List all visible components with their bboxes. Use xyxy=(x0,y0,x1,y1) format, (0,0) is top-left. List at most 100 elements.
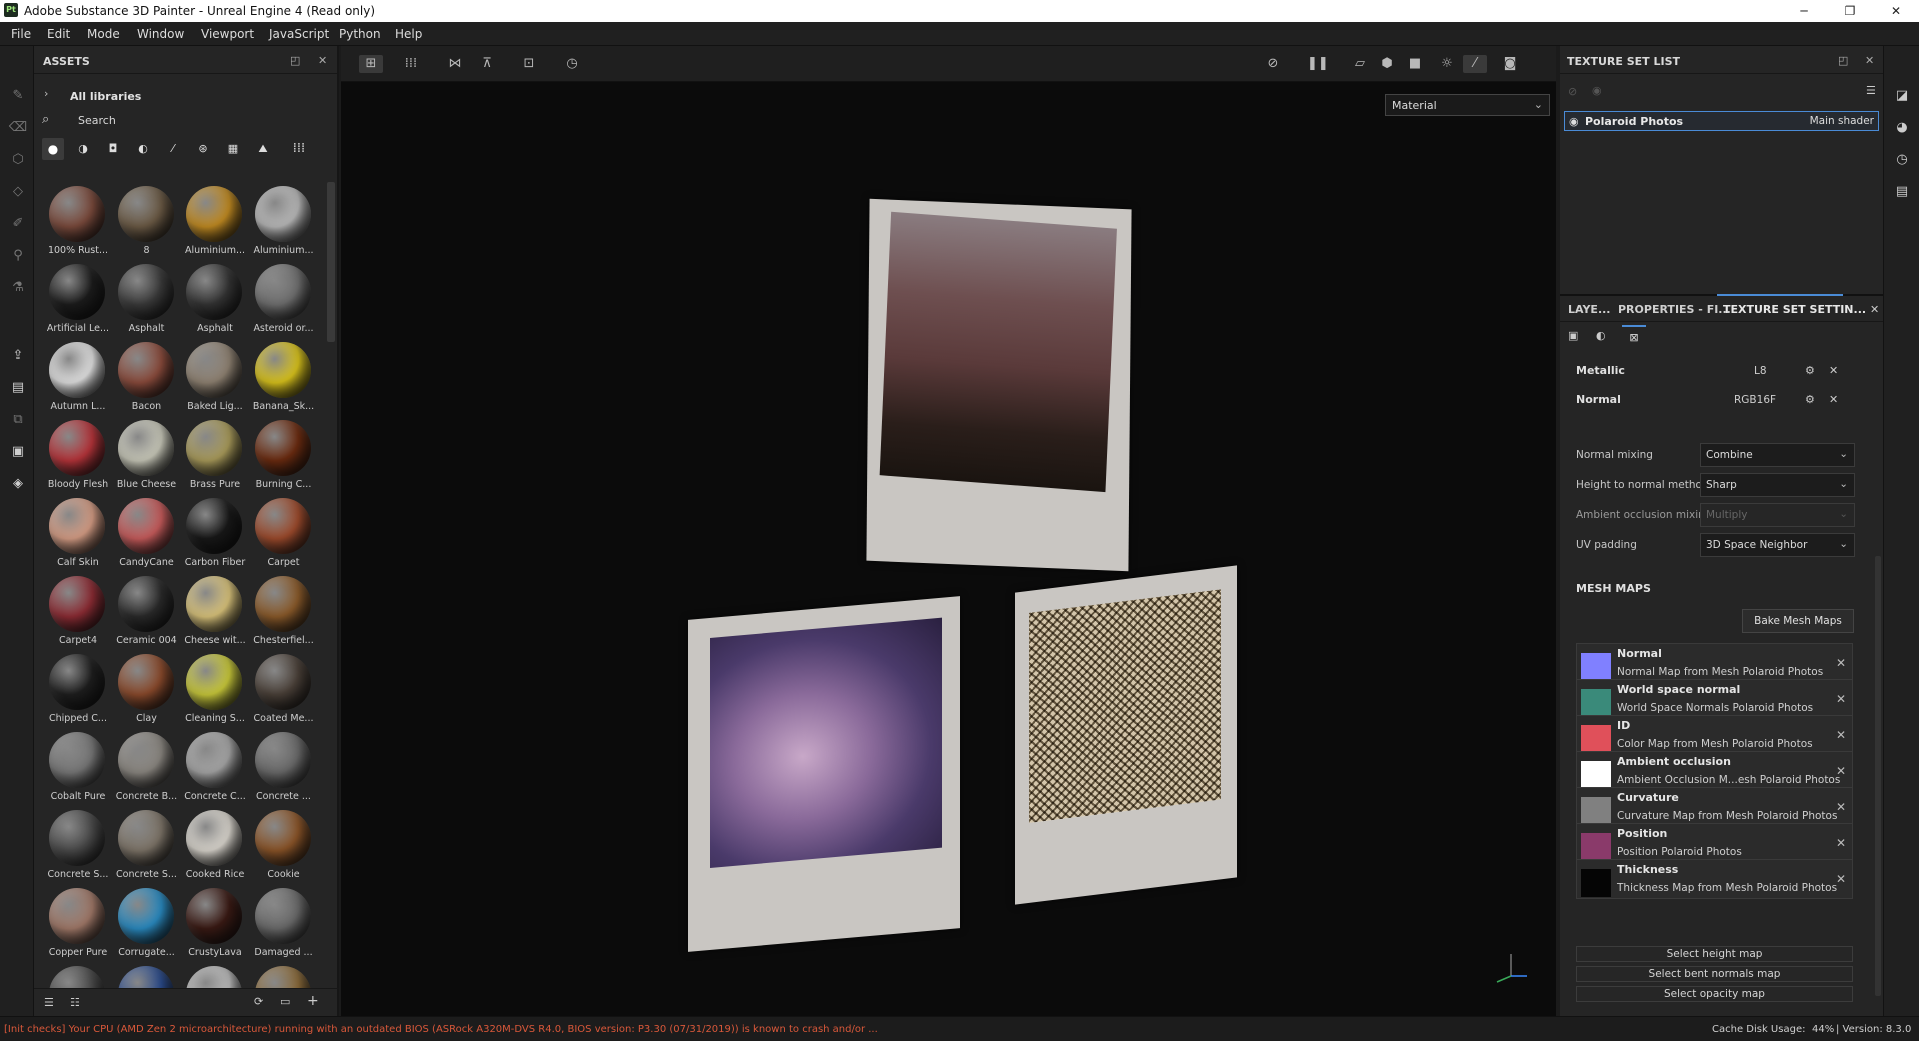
asset-tile[interactable]: Autumn L... xyxy=(42,339,108,417)
pause-icon[interactable]: ❚❚ xyxy=(1307,55,1329,73)
picker-icon[interactable]: ⚗ xyxy=(8,278,28,298)
clone-icon[interactable]: ⚲ xyxy=(8,246,28,266)
chevron-right-icon[interactable]: › xyxy=(44,87,48,100)
asset-tile[interactable]: Brass Pure xyxy=(179,417,245,495)
chat-icon[interactable]: ◪ xyxy=(1892,86,1912,106)
projection-icon[interactable]: ⬡ xyxy=(8,150,28,170)
gear-icon[interactable]: ⚙ xyxy=(1805,393,1815,406)
alpha-icon[interactable]: ⊛ xyxy=(192,138,214,160)
eraser-icon[interactable]: ⌫ xyxy=(8,118,28,138)
lighting-icon[interactable]: ☼ xyxy=(1437,55,1457,73)
paint-brush-icon[interactable]: ✎ xyxy=(8,86,28,106)
cube-icon[interactable]: ⬢ xyxy=(1377,55,1397,73)
asset-tile[interactable]: Concrete C... xyxy=(179,729,246,807)
asset-tile[interactable]: Concrete S... xyxy=(42,807,108,885)
menu-javascript[interactable]: JavaScript xyxy=(269,27,329,41)
shader-name[interactable]: Main shader xyxy=(1810,115,1874,127)
close-icon[interactable]: ✕ xyxy=(318,54,327,67)
asset-tile[interactable]: Chesterfiel... xyxy=(248,573,314,651)
align-icon[interactable]: ⊼ xyxy=(477,55,497,73)
breadcrumb[interactable]: All libraries xyxy=(70,90,141,103)
asset-tile[interactable]: CandyCane xyxy=(111,495,177,573)
remove-map-icon[interactable]: ✕ xyxy=(1836,728,1846,742)
camera-icon[interactable]: ■ xyxy=(1405,55,1425,73)
asset-tile[interactable]: Ceramic 004 xyxy=(111,573,177,651)
asset-tile[interactable]: Coated Me... xyxy=(248,651,314,729)
grid-view-icon[interactable]: ⁞⁞⁞ xyxy=(288,138,310,160)
asset-tile[interactable]: Asphalt xyxy=(179,261,245,339)
asset-tile[interactable]: Clay xyxy=(111,651,177,729)
menu-mode[interactable]: Mode xyxy=(87,27,120,41)
menu-help[interactable]: Help xyxy=(395,27,422,41)
asset-tile[interactable]: Bloody Flesh xyxy=(42,417,108,495)
remove-map-icon[interactable]: ✕ xyxy=(1836,836,1846,850)
visibility-eye-icon[interactable]: ◉ xyxy=(1569,115,1579,128)
mesh-map-item[interactable]: World space normal World Space Normals Po… xyxy=(1576,679,1853,719)
asset-tile[interactable]: Bacon xyxy=(111,339,177,417)
shader-settings-icon[interactable]: ◕ xyxy=(1892,118,1912,138)
list-view-icon[interactable]: ☰ xyxy=(44,996,54,1009)
viewport[interactable]: ⊞ ⁞⁞⁞ ⋈ ⊼ ⊡ ◷ ⊘ ❚❚ ▱ ⬢ ■ ☼ ⁄ ◙ Material … xyxy=(341,46,1556,1016)
channel-format[interactable]: RGB16F xyxy=(1734,394,1776,406)
layers-icon[interactable]: ⧉ xyxy=(8,410,28,430)
remove-channel-icon[interactable]: ✕ xyxy=(1829,393,1838,406)
assets-scrollbar[interactable] xyxy=(327,182,335,342)
asset-tile[interactable]: Damaged ... xyxy=(248,885,314,963)
asset-tile[interactable]: Concrete B... xyxy=(111,729,177,807)
settings-scrollbar[interactable] xyxy=(1875,556,1881,996)
hide-eye-icon[interactable]: ⊘ xyxy=(1568,85,1577,98)
asset-tile[interactable]: Asteroid or... xyxy=(248,261,314,339)
status-message[interactable]: [Init checks] Your CPU (AMD Zen 2 microa… xyxy=(4,1024,878,1035)
mesh-map-item[interactable]: Ambient occlusion Ambient Occlusion M...e… xyxy=(1576,751,1853,791)
menu-viewport[interactable]: Viewport xyxy=(201,27,254,41)
search-input[interactable]: Search xyxy=(78,114,116,127)
bake-icon[interactable]: ▣ xyxy=(1568,329,1578,342)
undock-icon[interactable]: ◰ xyxy=(290,54,300,67)
asset-tile[interactable]: Carpet4 xyxy=(42,573,108,651)
uv-settings-icon[interactable]: ⊠ xyxy=(1622,325,1646,347)
export-icon[interactable]: ⇪ xyxy=(8,346,28,366)
tab-layers[interactable]: LAYE... xyxy=(1568,303,1611,316)
undock-icon[interactable]: ◰ xyxy=(1838,54,1848,67)
minimize-button[interactable]: ─ xyxy=(1781,0,1827,22)
asset-tile[interactable]: Cheese wit... xyxy=(179,573,246,651)
remove-map-icon[interactable]: ✕ xyxy=(1836,872,1846,886)
normal-mixing-select[interactable]: Combine ⌄ xyxy=(1700,443,1855,467)
asset-tile[interactable]: Cooked Rice xyxy=(179,807,245,885)
smart-mask-icon[interactable]: ◐ xyxy=(132,138,154,160)
asset-tile[interactable] xyxy=(248,963,314,988)
mesh-map-item[interactable]: Normal Normal Map from Mesh Polaroid Phot… xyxy=(1576,643,1853,683)
material-filter-icon[interactable]: ● xyxy=(42,138,64,160)
asset-tile[interactable]: Blue Cheese xyxy=(111,417,177,495)
asset-tile[interactable]: Carbon Fiber xyxy=(179,495,245,573)
remove-map-icon[interactable]: ✕ xyxy=(1836,800,1846,814)
asset-tile[interactable]: Aluminium... xyxy=(179,183,245,261)
texture-icon[interactable]: ▦ xyxy=(222,138,244,160)
display-icon[interactable]: ◈ xyxy=(8,474,28,494)
uv-view-icon[interactable]: ⊞ xyxy=(359,55,383,73)
asset-tile[interactable]: Calf Skin xyxy=(42,495,108,573)
mask-icon[interactable]: ◘ xyxy=(102,138,124,160)
select-opacity-map-button[interactable]: Select opacity map xyxy=(1576,986,1853,1002)
eye-icon[interactable]: ◉ xyxy=(1592,84,1602,97)
asset-tile[interactable]: Cleaning S... xyxy=(179,651,245,729)
tab-texture-set-settings[interactable]: TEXTURE SET SETTIN... xyxy=(1723,303,1866,316)
asset-tile[interactable]: Corrugate... xyxy=(111,885,177,963)
remove-channel-icon[interactable]: ✕ xyxy=(1829,364,1838,377)
refresh-icon[interactable]: ⟳ xyxy=(254,995,263,1008)
remove-map-icon[interactable]: ✕ xyxy=(1836,692,1846,706)
asset-tile[interactable]: Burning C... xyxy=(248,417,314,495)
mesh-map-item[interactable]: Thickness Thickness Map from Mesh Polaroi… xyxy=(1576,859,1853,899)
remove-map-icon[interactable]: ✕ xyxy=(1836,764,1846,778)
asset-tile[interactable] xyxy=(111,963,177,988)
select-height-map-button[interactable]: Select height map xyxy=(1576,946,1853,962)
mesh-map-item[interactable]: Curvature Curvature Map from Mesh Polaroi… xyxy=(1576,787,1853,827)
frame-icon[interactable]: ⊡ xyxy=(519,55,539,73)
close-icon[interactable]: ✕ xyxy=(1870,303,1879,316)
hide-icon[interactable]: ⊘ xyxy=(1263,55,1283,73)
menu-file[interactable]: File xyxy=(11,27,31,41)
filter-list-icon[interactable]: ☷ xyxy=(70,996,80,1009)
asset-tile[interactable]: Carpet xyxy=(248,495,314,573)
document-icon[interactable]: ▣ xyxy=(8,442,28,462)
smart-material-icon[interactable]: ◑ xyxy=(72,138,94,160)
